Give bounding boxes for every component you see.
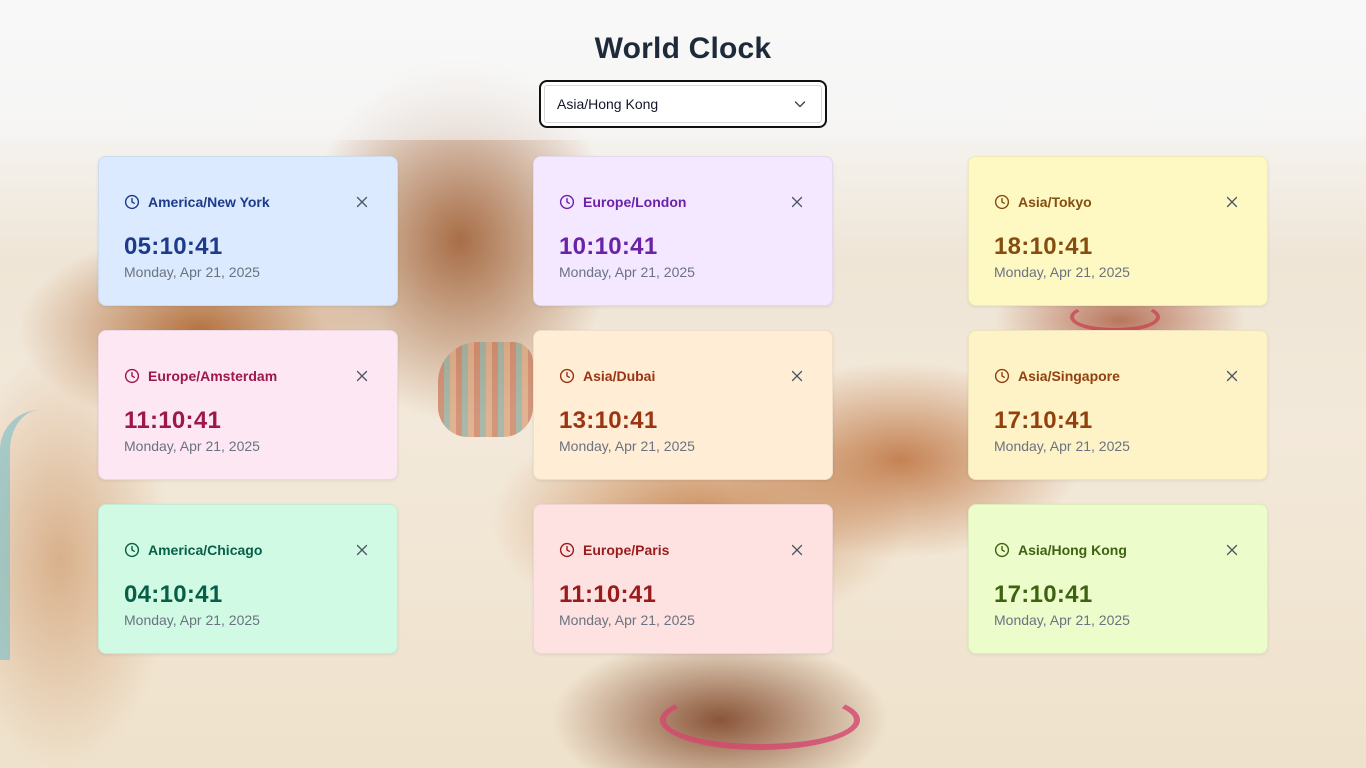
clock-zone: America/New York	[124, 194, 270, 210]
clock-date: Monday, Apr 21, 2025	[559, 612, 695, 628]
clock-card-header: Asia/Dubai	[559, 368, 804, 384]
clock-zone: Asia/Tokyo	[994, 194, 1092, 210]
clock-zone: Europe/London	[559, 194, 686, 210]
clock-card: Asia/Dubai 13:10:41 Monday, Apr 21, 2025	[533, 330, 833, 480]
clock-card: America/Chicago 04:10:41 Monday, Apr 21,…	[98, 504, 398, 654]
clock-zone: Asia/Dubai	[559, 368, 655, 384]
clock-icon	[124, 542, 140, 558]
clock-card-header: Asia/Singapore	[994, 368, 1239, 384]
clock-card: Europe/Paris 11:10:41 Monday, Apr 21, 20…	[533, 504, 833, 654]
chevron-down-icon	[794, 101, 806, 108]
clock-date: Monday, Apr 21, 2025	[124, 438, 260, 454]
clock-card: America/New York 05:10:41 Monday, Apr 21…	[98, 156, 398, 306]
clock-icon	[994, 542, 1010, 558]
page-title: World Clock	[594, 32, 772, 65]
clock-zone-name: Europe/Amsterdam	[148, 368, 278, 384]
clock-time: 11:10:41	[559, 581, 657, 608]
clock-card-header: Asia/Hong Kong	[994, 542, 1239, 558]
clock-date: Monday, Apr 21, 2025	[124, 612, 260, 628]
clock-icon	[994, 194, 1010, 210]
clock-date: Monday, Apr 21, 2025	[994, 264, 1130, 280]
close-icon[interactable]	[355, 543, 369, 557]
clock-zone-name: Europe/Paris	[583, 542, 670, 558]
clock-time: 05:10:41	[124, 233, 223, 260]
clock-card-header: America/New York	[124, 194, 369, 210]
clock-zone: Asia/Singapore	[994, 368, 1120, 384]
clock-zone: America/Chicago	[124, 542, 262, 558]
clock-zone-name: America/Chicago	[148, 542, 263, 558]
clock-zone: Europe/Amsterdam	[124, 368, 277, 384]
clock-card-header: Asia/Tokyo	[994, 194, 1239, 210]
clock-icon	[559, 368, 575, 384]
clock-zone-name: Asia/Hong Kong	[1018, 542, 1127, 558]
clock-card: Europe/Amsterdam 11:10:41 Monday, Apr 21…	[98, 330, 398, 480]
clock-card: Europe/London 10:10:41 Monday, Apr 21, 2…	[533, 156, 833, 306]
clock-card-header: Europe/Paris	[559, 542, 804, 558]
background-rope	[0, 410, 70, 660]
clock-card: Asia/Singapore 17:10:41 Monday, Apr 21, …	[968, 330, 1268, 480]
clock-card-header: America/Chicago	[124, 542, 369, 558]
clock-time: 18:10:41	[994, 233, 1093, 260]
clock-zone-name: Asia/Dubai	[583, 368, 656, 384]
clock-zone: Asia/Hong Kong	[994, 542, 1127, 558]
close-icon[interactable]	[790, 543, 804, 557]
clock-time: 11:10:41	[124, 407, 222, 434]
clock-icon	[994, 368, 1010, 384]
clock-icon	[559, 194, 575, 210]
clock-date: Monday, Apr 21, 2025	[994, 612, 1130, 628]
clock-zone-name: America/New York	[148, 194, 270, 210]
close-icon[interactable]	[790, 195, 804, 209]
clock-time: 13:10:41	[559, 407, 658, 434]
clock-time: 17:10:41	[994, 581, 1093, 608]
clock-icon	[559, 542, 575, 558]
clock-zone: Europe/Paris	[559, 542, 669, 558]
close-icon[interactable]	[355, 195, 369, 209]
clock-icon	[124, 368, 140, 384]
clock-zone-name: Asia/Tokyo	[1018, 194, 1092, 210]
background-saddle-blanket	[438, 342, 533, 437]
close-icon[interactable]	[1225, 195, 1239, 209]
timezone-select-value: Asia/Hong Kong	[557, 96, 659, 112]
close-icon[interactable]	[1225, 369, 1239, 383]
clock-card: Asia/Tokyo 18:10:41 Monday, Apr 21, 2025	[968, 156, 1268, 306]
clock-time: 17:10:41	[994, 407, 1093, 434]
clock-zone-name: Europe/London	[583, 194, 687, 210]
background-harness	[660, 690, 860, 750]
clock-time: 04:10:41	[124, 581, 223, 608]
clock-time: 10:10:41	[559, 233, 658, 260]
clock-date: Monday, Apr 21, 2025	[994, 438, 1130, 454]
close-icon[interactable]	[1225, 543, 1239, 557]
clock-date: Monday, Apr 21, 2025	[559, 438, 695, 454]
background-harness	[1070, 302, 1160, 332]
close-icon[interactable]	[355, 369, 369, 383]
timezone-select[interactable]: Asia/Hong Kong	[539, 80, 827, 128]
clock-zone-name: Asia/Singapore	[1018, 368, 1120, 384]
clock-card: Asia/Hong Kong 17:10:41 Monday, Apr 21, …	[968, 504, 1268, 654]
clock-icon	[124, 194, 140, 210]
clock-date: Monday, Apr 21, 2025	[124, 264, 260, 280]
clock-date: Monday, Apr 21, 2025	[559, 264, 695, 280]
clock-card-header: Europe/Amsterdam	[124, 368, 369, 384]
close-icon[interactable]	[790, 369, 804, 383]
clock-card-header: Europe/London	[559, 194, 804, 210]
